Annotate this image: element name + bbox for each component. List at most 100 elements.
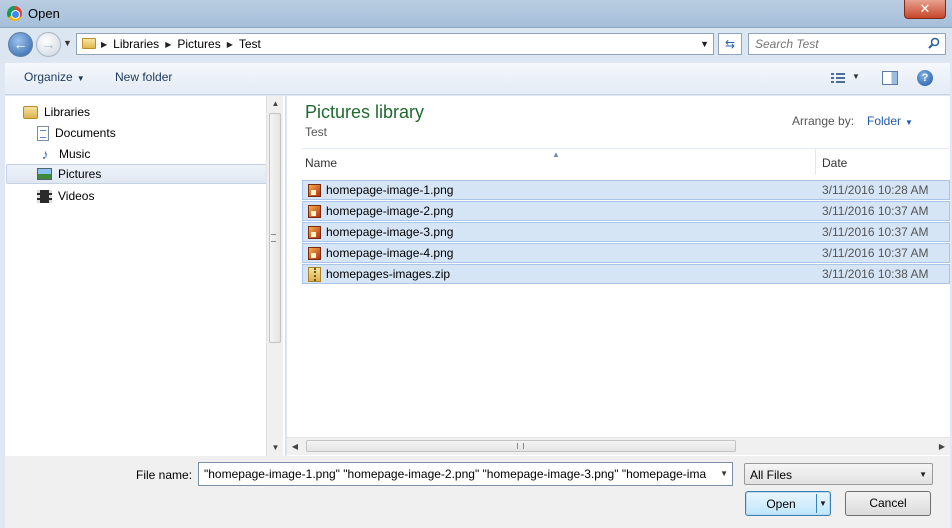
png-file-icon (308, 184, 321, 197)
breadcrumb-test[interactable]: Test (239, 37, 261, 51)
tree-item-label: Pictures (58, 167, 102, 181)
recent-locations-dropdown-icon[interactable]: ▼ (63, 38, 72, 48)
breadcrumb: ▶ Libraries ▶ Pictures ▶ Test (101, 37, 261, 51)
column-date[interactable]: Date (822, 156, 847, 170)
command-bar: Organize ▼ New folder ▼ ? (5, 63, 950, 95)
tree-item-music[interactable]: ♪ Music (37, 144, 91, 164)
scroll-right-icon[interactable]: ▶ (934, 438, 950, 455)
file-date: 3/11/2016 10:37 AM (822, 225, 929, 239)
libraries-icon (23, 105, 38, 119)
file-date: 3/11/2016 10:37 AM (822, 246, 929, 260)
file-date: 3/11/2016 10:37 AM (822, 204, 929, 218)
breadcrumb-pictures[interactable]: Pictures (177, 37, 220, 51)
file-type-select[interactable]: All Files ▼ (744, 463, 933, 485)
breadcrumb-arrow-icon[interactable]: ▶ (101, 40, 107, 49)
file-name-label: File name: (136, 468, 193, 482)
navigation-pane: Libraries Documents ♪ Music Pictures Vid… (5, 96, 286, 456)
file-name: homepage-image-2.png (326, 204, 454, 218)
music-icon: ♪ (41, 146, 49, 162)
folder-icon (82, 38, 96, 49)
breadcrumb-arrow-icon[interactable]: ▶ (165, 40, 171, 49)
png-file-icon (308, 247, 321, 260)
organize-label: Organize (24, 70, 73, 84)
nav-pane-scrollbar[interactable]: ▲ ▼ (266, 96, 283, 456)
scrollbar-thumb[interactable] (269, 113, 281, 343)
chrome-icon (7, 6, 22, 21)
chevron-down-icon: ▼ (905, 118, 913, 127)
png-file-icon (308, 226, 321, 239)
scroll-down-icon[interactable]: ▼ (267, 440, 284, 456)
file-list-pane: Pictures library Test Arrange by: Folder… (287, 96, 950, 456)
chevron-down-icon[interactable]: ▼ (720, 469, 728, 478)
address-dropdown-icon[interactable]: ▼ (700, 39, 709, 49)
chevron-down-icon: ▼ (919, 470, 927, 479)
preview-pane-icon[interactable] (882, 71, 898, 85)
scroll-up-icon[interactable]: ▲ (267, 96, 284, 112)
breadcrumb-libraries[interactable]: Libraries (113, 37, 159, 51)
window-title: Open (28, 6, 60, 21)
file-type-value: All Files (750, 468, 793, 482)
file-row[interactable]: homepage-image-3.png 3/11/2016 10:37 AM (302, 222, 950, 242)
open-button[interactable]: Open ▼ (745, 491, 831, 516)
file-row[interactable]: homepage-image-4.png 3/11/2016 10:37 AM (302, 243, 950, 263)
address-bar[interactable]: ▶ Libraries ▶ Pictures ▶ Test ▼ (76, 33, 714, 55)
breadcrumb-arrow-icon[interactable]: ▶ (227, 40, 233, 49)
refresh-button[interactable]: ⇆ (718, 33, 742, 55)
chevron-down-icon: ▼ (76, 74, 85, 83)
tree-item-libraries[interactable]: Libraries (23, 102, 90, 122)
cancel-button[interactable]: Cancel (845, 491, 931, 516)
column-name[interactable]: Name (305, 156, 337, 170)
pictures-icon (37, 168, 52, 180)
file-name: homepage-image-3.png (326, 225, 454, 239)
dialog-footer: File name: ▼ All Files ▼ Open ▼ Cancel (5, 456, 950, 528)
column-divider[interactable] (815, 149, 816, 175)
open-options-dropdown-icon[interactable]: ▼ (819, 499, 827, 508)
close-button[interactable]: ✕ (904, 0, 946, 19)
file-name: homepage-image-1.png (326, 183, 454, 197)
column-header: Name ▲ Date (301, 148, 950, 175)
split-divider (816, 494, 817, 513)
views-dropdown-icon[interactable]: ▼ (852, 72, 860, 81)
arrange-by-label: Arrange by: (792, 114, 855, 128)
search-input[interactable] (749, 34, 919, 54)
file-date: 3/11/2016 10:38 AM (822, 267, 929, 281)
videos-icon (37, 189, 52, 203)
back-button[interactable]: ← (8, 32, 33, 57)
forward-button[interactable]: → (36, 32, 61, 57)
scroll-left-icon[interactable]: ◀ (287, 438, 303, 455)
change-view-icon[interactable] (831, 72, 845, 84)
tree-item-pictures[interactable]: Pictures (6, 164, 267, 184)
tree-item-label: Documents (55, 126, 116, 140)
new-folder-button[interactable]: New folder (115, 70, 172, 84)
tree-item-label: Libraries (44, 105, 91, 119)
file-date: 3/11/2016 10:28 AM (822, 183, 929, 197)
tree-item-videos[interactable]: Videos (37, 186, 94, 206)
file-name-combo[interactable]: ▼ (198, 462, 733, 486)
documents-icon (37, 125, 49, 141)
grip-icon (271, 234, 276, 242)
refresh-icon: ⇆ (724, 37, 736, 51)
file-name: homepages-images.zip (326, 267, 451, 281)
search-box[interactable] (748, 33, 946, 55)
file-row[interactable]: homepage-image-1.png 3/11/2016 10:28 AM (302, 180, 950, 200)
file-row[interactable]: homepage-image-2.png 3/11/2016 10:37 AM (302, 201, 950, 221)
file-name-input[interactable] (199, 463, 709, 485)
library-subtitle: Test (305, 125, 328, 139)
address-row: ← → ▼ ▶ Libraries ▶ Pictures ▶ Test ▼ ⇆ (0, 28, 952, 61)
arrange-by-value: Folder (867, 114, 902, 128)
open-button-label: Open (766, 497, 796, 511)
file-name: homepage-image-4.png (326, 246, 454, 260)
file-row[interactable]: homepages-images.zip 3/11/2016 10:38 AM (302, 264, 950, 284)
tree-item-label: Music (59, 147, 91, 161)
tree-item-label: Videos (58, 189, 95, 203)
arrange-by-dropdown[interactable]: Folder ▼ (867, 114, 913, 128)
scrollbar-thumb[interactable] (306, 440, 736, 452)
file-list-horizontal-scrollbar[interactable]: ◀ ▶ (287, 437, 950, 455)
sort-ascending-icon: ▲ (552, 150, 560, 159)
png-file-icon (308, 205, 321, 218)
help-icon[interactable]: ? (917, 70, 933, 86)
tree-item-documents[interactable]: Documents (37, 123, 116, 143)
organize-button[interactable]: Organize ▼ (24, 70, 85, 84)
title-bar: Open ✕ (0, 0, 952, 28)
search-icon[interactable] (928, 37, 940, 49)
